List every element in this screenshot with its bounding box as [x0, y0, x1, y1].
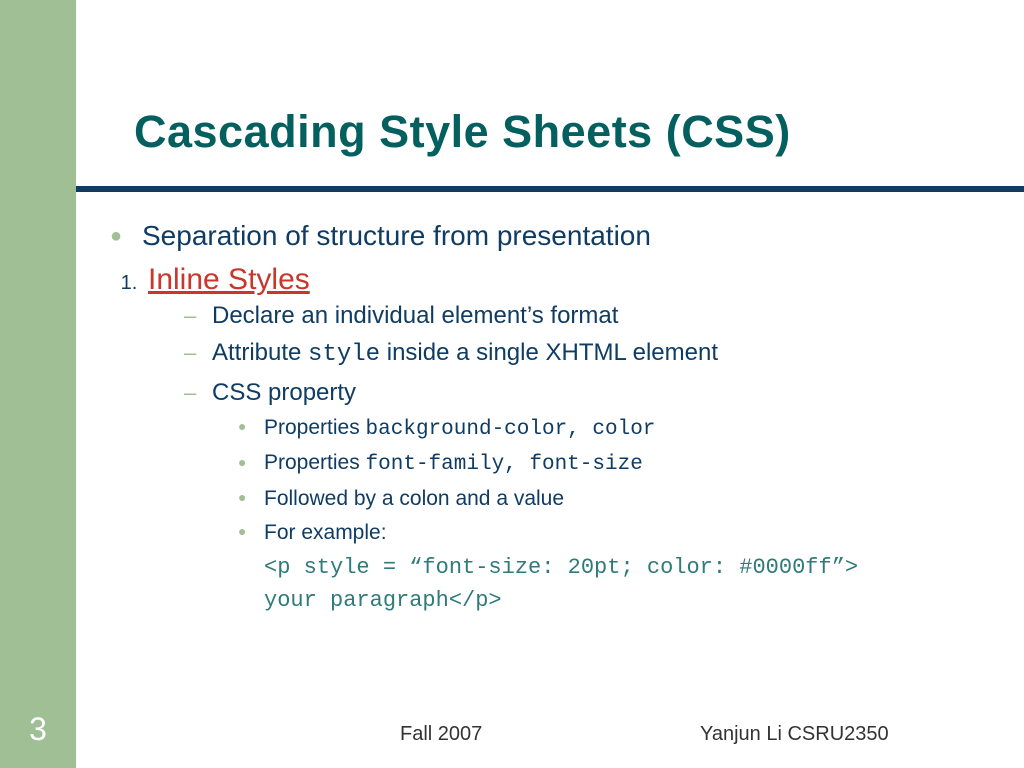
left-stripe [0, 0, 76, 768]
code-example: <p style = “font-size: 20pt; color: #000… [264, 551, 990, 617]
prop-bullet-4-text: For example: [264, 521, 387, 544]
prop-bullet-2: Properties font-family, font-size [238, 446, 990, 482]
prop-bullet-1-pre: Properties [264, 416, 366, 439]
footer-right: Yanjun Li CSRU2350 [700, 723, 889, 746]
sub-bullet-1-text: Declare an individual element’s format [212, 302, 618, 329]
sub-bullet-2-pre: Attribute [212, 339, 308, 366]
prop-bullet-1-code: background-color, color [366, 418, 656, 441]
prop-bullet-1: Properties background-color, color [238, 411, 990, 447]
sub-bullet-3: CSS property [184, 374, 990, 411]
code-line-2: your paragraph</p> [264, 584, 990, 617]
bullet-main: Separation of structure from presentatio… [110, 216, 990, 255]
slide-title: Cascading Style Sheets (CSS) [134, 106, 791, 158]
sub-bullet-2-code: style [308, 341, 380, 368]
page-number: 3 [0, 711, 76, 748]
prop-bullet-3-text: Followed by a colon and a value [264, 487, 564, 510]
sub-bullet-2-post: inside a single XHTML element [380, 339, 718, 366]
prop-bullet-2-pre: Properties [264, 451, 366, 474]
inline-styles-link[interactable]: Inline Styles [148, 263, 310, 296]
code-line-1: <p style = “font-size: 20pt; color: #000… [264, 551, 990, 584]
prop-bullet-3: Followed by a colon and a value [238, 482, 990, 516]
numbered-item-1: 1.Inline Styles [110, 263, 990, 297]
prop-bullet-4: For example: [238, 516, 990, 550]
bullet-main-text: Separation of structure from presentatio… [142, 220, 651, 251]
sub-bullet-1: Declare an individual element’s format [184, 297, 990, 334]
numbered-index: 1. [110, 272, 148, 295]
sub-bullet-2: Attribute style inside a single XHTML el… [184, 334, 990, 373]
sub-bullet-3-text: CSS property [212, 379, 356, 406]
footer-center: Fall 2007 [400, 723, 482, 746]
prop-bullet-2-code: font-family, font-size [366, 453, 643, 476]
slide-content: Separation of structure from presentatio… [110, 216, 990, 617]
title-rule [76, 186, 1024, 192]
